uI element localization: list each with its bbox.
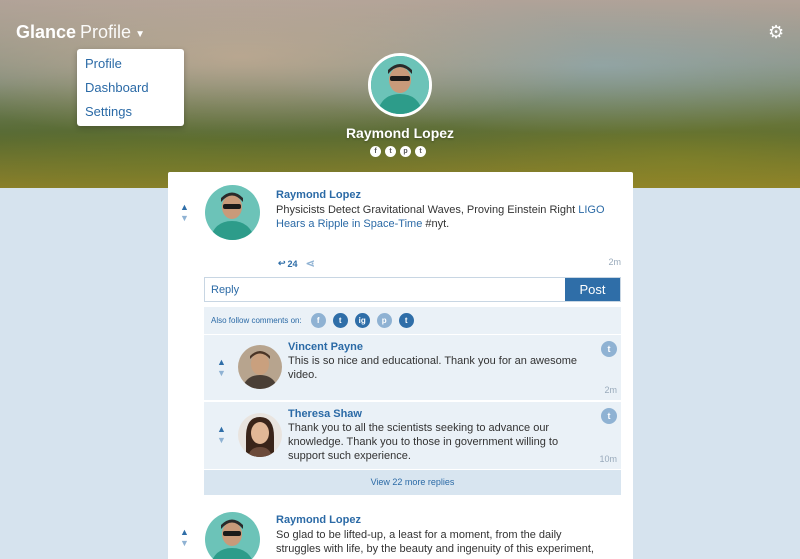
pinterest-icon[interactable]: p [376, 313, 392, 328]
reply-input[interactable] [205, 278, 565, 301]
gear-icon[interactable]: ⚙ [768, 23, 784, 41]
profile-avatar [368, 53, 432, 117]
vote-controls: ▲ ▼ [180, 527, 189, 548]
post-button[interactable]: Post [565, 278, 620, 301]
app-brand[interactable]: Glance Profile ▼ [16, 22, 145, 43]
vote-controls: ▲ ▼ [180, 202, 189, 223]
comment-text: Thank you to all the scientists seeking … [288, 422, 559, 462]
twitter-icon[interactable]: t [332, 313, 348, 328]
caret-down-icon[interactable]: ▼ [135, 29, 145, 40]
post-avatar[interactable] [205, 512, 260, 559]
comment-item: ▲ ▼ Vincent Payne This is so nice and ed… [204, 334, 621, 400]
reply-count: 24 [287, 258, 298, 269]
comment-author[interactable]: Vincent Payne [288, 341, 363, 353]
comment-timestamp: 10m [599, 454, 617, 464]
comment-avatar[interactable] [238, 413, 282, 457]
facebook-icon[interactable]: f [370, 146, 381, 157]
profile-social-links: f t p t [370, 146, 426, 157]
downvote-icon[interactable]: ▼ [180, 213, 189, 223]
post-avatar[interactable] [205, 185, 260, 240]
share-icon[interactable]: ⋖ [306, 257, 315, 270]
twitter-icon[interactable]: t [385, 146, 396, 157]
upvote-icon[interactable]: ▲ [217, 357, 226, 367]
nav-dropdown-menu: Profile Dashboard Settings [77, 49, 184, 126]
comment-item: ▲ ▼ Theresa Shaw Thank you to all the sc… [204, 401, 621, 469]
upvote-icon[interactable]: ▲ [217, 424, 226, 434]
post-text-after: #nyt. [422, 218, 450, 230]
upvote-icon[interactable]: ▲ [180, 202, 189, 212]
post-author[interactable]: Raymond Lopez [276, 189, 361, 201]
comment-author[interactable]: Theresa Shaw [288, 408, 362, 420]
follow-comments-bar: Also follow comments on: f t ig p t [204, 307, 621, 334]
post-actions: ↩ 24 ⋖ [278, 257, 315, 270]
follow-label: Also follow comments on: [211, 316, 302, 325]
feed-card: ▲ ▼ Raymond Lopez Physicists Detect Grav… [168, 172, 633, 559]
brand-name: Glance [16, 22, 77, 42]
vote-controls: ▲ ▼ [217, 357, 226, 378]
facebook-icon[interactable]: f [310, 313, 326, 328]
comment-text: This is so nice and educational. Thank y… [288, 355, 578, 381]
menu-item-settings[interactable]: Settings [77, 101, 184, 125]
tumblr-icon[interactable]: t [415, 146, 426, 157]
pinterest-icon[interactable]: p [400, 146, 411, 157]
menu-item-profile[interactable]: Profile [77, 53, 184, 77]
post-text: So glad to be lifted-up, a least for a m… [276, 529, 594, 555]
instagram-icon[interactable]: ig [354, 313, 370, 328]
upvote-icon[interactable]: ▲ [180, 527, 189, 537]
downvote-icon[interactable]: ▼ [180, 538, 189, 548]
reply-icon[interactable]: ↩ [278, 258, 286, 269]
post-timestamp: 2m [608, 257, 621, 267]
post-text: Physicists Detect Gravitational Waves, P… [276, 203, 606, 231]
profile-name: Raymond Lopez [345, 125, 455, 141]
brand-section: Profile [80, 22, 132, 42]
downvote-icon[interactable]: ▼ [217, 368, 226, 378]
vote-controls: ▲ ▼ [217, 424, 226, 445]
menu-item-dashboard[interactable]: Dashboard [77, 77, 184, 101]
comment-timestamp: 2m [604, 385, 617, 395]
comment-avatar[interactable] [238, 345, 282, 389]
twitter-icon[interactable]: t [601, 341, 617, 357]
view-more-replies-link[interactable]: View 22 more replies [204, 470, 621, 495]
tumblr-icon[interactable]: t [398, 313, 414, 328]
post-text-before: Physicists Detect Gravitational Waves, P… [276, 204, 579, 216]
reply-form: Post [204, 277, 621, 302]
downvote-icon[interactable]: ▼ [217, 435, 226, 445]
twitter-icon[interactable]: t [601, 408, 617, 424]
post-author[interactable]: Raymond Lopez [276, 514, 361, 526]
